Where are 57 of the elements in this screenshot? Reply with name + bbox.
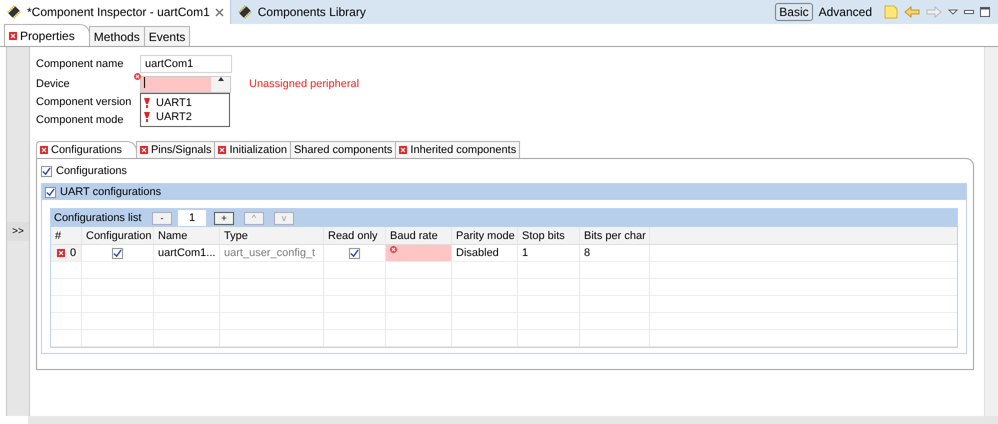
maximize-icon[interactable] xyxy=(980,7,990,17)
field-label: Component version xyxy=(36,96,132,108)
column-header[interactable]: Configuration xyxy=(82,227,154,244)
properties-tab[interactable]: Events xyxy=(144,26,190,46)
config-tab[interactable]: Inherited components xyxy=(395,141,520,158)
column-header[interactable]: Bits per char xyxy=(580,227,650,244)
checkbox-label: Configurations xyxy=(56,165,127,177)
column-header[interactable]: Read only xyxy=(324,227,386,244)
warning-icon xyxy=(144,112,150,122)
config-tab[interactable]: Shared components xyxy=(290,141,396,158)
config-tab[interactable]: Configurations xyxy=(36,141,137,158)
column-header[interactable]: Type xyxy=(220,227,324,244)
table-cell: uart_user_config_t xyxy=(220,245,324,261)
mode-button[interactable]: Basic xyxy=(775,3,813,21)
field-label: Component name xyxy=(36,58,124,70)
error-message: Unassigned peripheral xyxy=(249,78,360,90)
add-button[interactable]: + xyxy=(214,212,234,224)
baud-rate-cell[interactable] xyxy=(386,245,452,261)
properties-tab[interactable]: Methods xyxy=(88,26,145,46)
table-cell: uartCom1... xyxy=(154,245,220,261)
checkbox[interactable] xyxy=(112,248,123,258)
column-header[interactable]: # xyxy=(51,227,82,244)
expand-button[interactable]: >> xyxy=(7,222,29,241)
config-tab[interactable]: Pins/Signals xyxy=(136,141,216,158)
table-cell: 8 xyxy=(580,245,650,261)
row-index: 0 xyxy=(51,245,82,261)
warning-icon xyxy=(144,98,150,108)
count-field[interactable]: 1 xyxy=(178,210,206,226)
minimize-icon[interactable] xyxy=(964,10,974,14)
editor-tab[interactable]: *Component Inspector - uartCom1 xyxy=(0,0,231,24)
caret-icon xyxy=(218,76,224,80)
table-cell: Disabled xyxy=(452,245,518,261)
column-header[interactable]: Baud rate xyxy=(386,227,452,244)
checkbox[interactable] xyxy=(349,248,360,258)
remove-button[interactable]: - xyxy=(152,212,172,224)
mode-button[interactable]: Advanced xyxy=(814,3,876,21)
editor-tab[interactable]: Components Library xyxy=(230,0,372,24)
field-label: Device xyxy=(36,78,71,90)
scrollbar[interactable] xyxy=(28,416,998,424)
dropdown-option[interactable]: UART2 xyxy=(141,110,229,124)
list-title: Configurations list xyxy=(54,212,142,224)
properties-tab[interactable]: Properties xyxy=(4,24,90,46)
menu-icon[interactable] xyxy=(948,9,958,15)
checkbox[interactable] xyxy=(45,186,56,198)
column-header[interactable]: Stop bits xyxy=(518,227,580,244)
scrollbar[interactable] xyxy=(984,47,998,416)
field-label: Component mode xyxy=(36,114,124,126)
chip-icon xyxy=(236,4,253,20)
dropdown-option[interactable]: UART1 xyxy=(141,96,229,110)
name-field[interactable]: uartCom1 xyxy=(140,55,232,73)
checkbox[interactable] xyxy=(41,166,52,176)
config-tab[interactable]: Initialization xyxy=(214,141,291,158)
column-header[interactable]: Parity mode xyxy=(452,227,518,244)
table-cell: 1 xyxy=(518,245,580,261)
close-icon[interactable] xyxy=(214,8,224,16)
column-header[interactable]: Name xyxy=(154,227,220,244)
group-title: UART configurations xyxy=(60,186,162,198)
